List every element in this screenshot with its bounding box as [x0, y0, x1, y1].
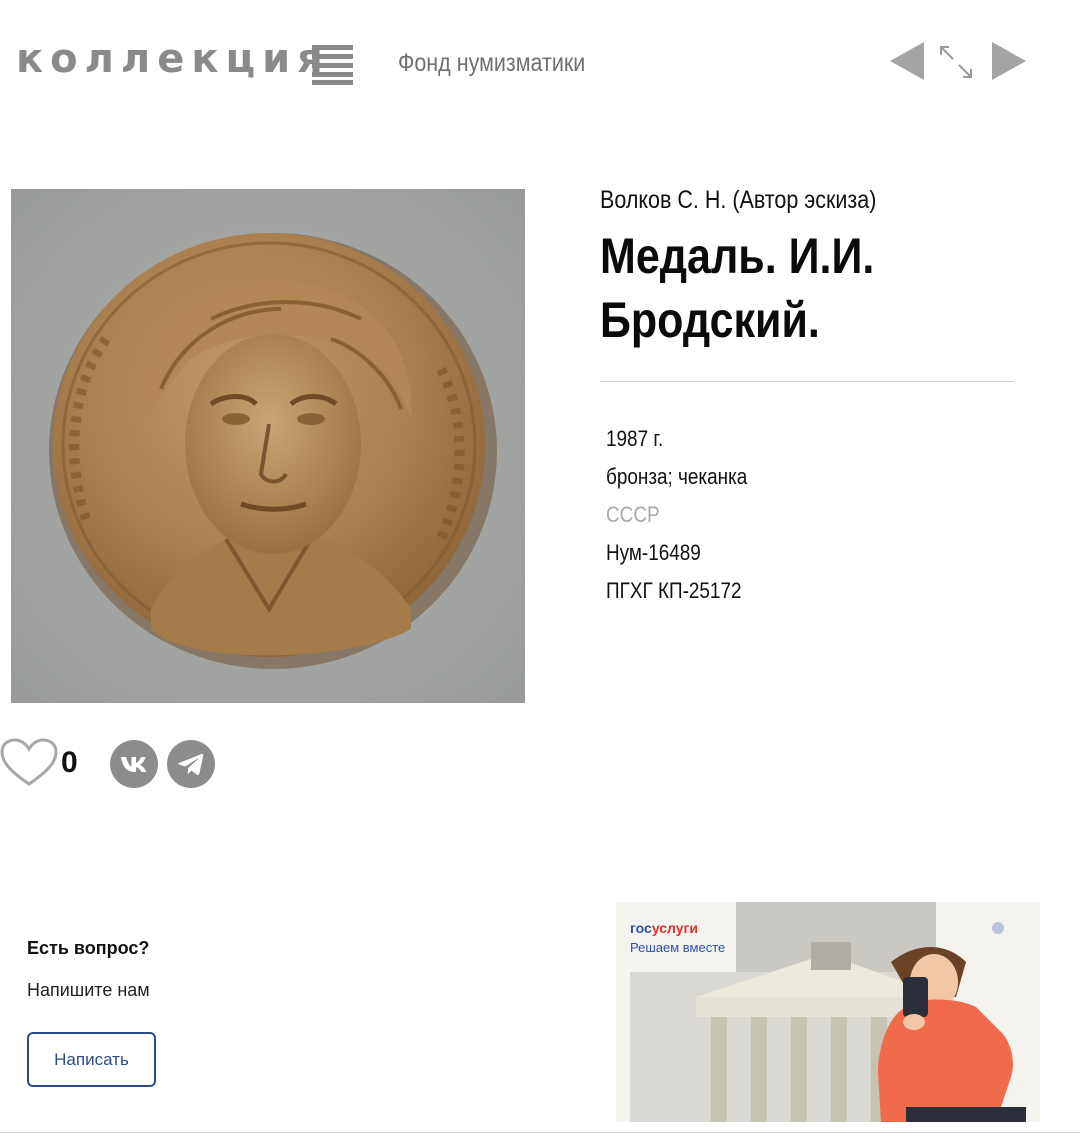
menu-icon[interactable]: [312, 45, 353, 85]
footer-divider: [0, 1132, 1080, 1133]
brand-part-uslugi: услуги: [651, 920, 698, 936]
divider: [600, 381, 1014, 382]
like-button[interactable]: [0, 738, 58, 788]
banner-slogan: Решаем вместе: [630, 940, 726, 955]
item-title: Медаль. И.И. Бродский.: [600, 228, 875, 348]
item-inventory-number: Нум-16489: [606, 540, 701, 565]
like-count: 0: [61, 746, 78, 779]
arrow-right-icon: [992, 42, 1026, 80]
banner-brand: госуслуги: [630, 920, 698, 936]
share-vk-button[interactable]: [110, 740, 158, 788]
item-material: бронза; чеканка: [606, 464, 748, 489]
item-date: 1987 г.: [606, 426, 664, 451]
medal-illustration: [11, 189, 525, 703]
gosuslugi-banner[interactable]: госуслуги Решаем вместе: [616, 902, 1040, 1122]
heart-icon: [0, 738, 58, 786]
arrow-left-icon: [890, 42, 924, 80]
item-attributes: 1987 г. бронза; чеканка СССР Нум-16489 П…: [606, 420, 770, 610]
vk-icon: [121, 757, 147, 772]
share-telegram-button[interactable]: [167, 740, 215, 788]
expand-icon: [940, 46, 972, 78]
previous-item-button[interactable]: [888, 40, 928, 82]
feedback-heading: Есть вопрос?: [27, 938, 150, 958]
next-item-button[interactable]: [988, 40, 1028, 82]
site-logo[interactable]: коллекция: [16, 36, 330, 82]
item-author[interactable]: Волков С. Н. (Автор эскиза): [600, 186, 876, 215]
item-image[interactable]: [11, 189, 525, 703]
telegram-icon: [178, 753, 204, 775]
item-registry-number: ПГХГ КП-25172: [606, 578, 742, 603]
feedback-prompt: Напишите нам: [27, 980, 150, 1000]
write-us-button[interactable]: Написать: [27, 1032, 156, 1087]
fullscreen-button[interactable]: [936, 40, 976, 82]
brand-part-gos: гос: [630, 920, 652, 936]
collection-section-link[interactable]: Фонд нумизматики: [398, 49, 585, 78]
item-country: СССР: [606, 502, 660, 527]
